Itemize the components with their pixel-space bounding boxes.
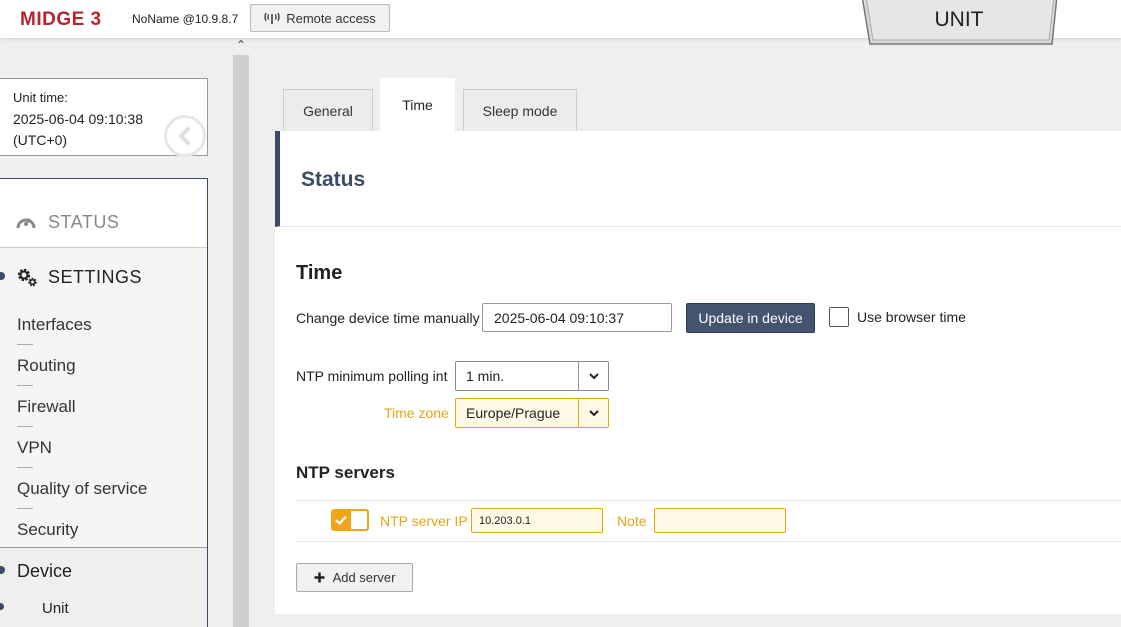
row-divider	[296, 541, 1121, 542]
sidebar-item-device[interactable]: Device	[17, 561, 72, 582]
sidebar-item-status-label: STATUS	[48, 212, 120, 232]
sidebar-item-settings[interactable]: SETTINGS	[0, 249, 207, 307]
ntp-polling-label: NTP minimum polling int	[296, 368, 448, 384]
unit-tab-label: UNIT	[934, 8, 984, 31]
menu-border	[207, 547, 208, 627]
sidebar-item-status[interactable]: STATUS	[0, 179, 207, 248]
ntp-polling-value: 1 min.	[466, 368, 505, 384]
ntp-server-ip-input[interactable]: 10.203.0.1	[471, 508, 603, 533]
hostname-label: NoName @10.9.8.7	[132, 12, 239, 26]
tab-general[interactable]: General	[283, 89, 373, 132]
unit-time-value: 2025-06-04 09:10:38 (UTC+0)	[13, 111, 143, 148]
sidebar-item-routing[interactable]: Routing	[17, 356, 76, 376]
app-logo[interactable]: MIDGE 3	[20, 9, 102, 31]
ntp-servers-title: NTP servers	[296, 463, 395, 482]
toggle-knob	[349, 509, 369, 531]
unit-mode-tab[interactable]: UNIT	[860, 0, 1058, 46]
menu-divider	[17, 426, 33, 427]
sidebar-item-vpn[interactable]: VPN	[17, 438, 52, 458]
sidebar-item-firewall[interactable]: Firewall	[17, 397, 76, 417]
collapse-sidebar-icon[interactable]	[164, 115, 206, 157]
sidebar-item-unit[interactable]: Unit	[42, 600, 69, 617]
sidebar-item-qos[interactable]: Quality of service	[17, 479, 147, 499]
tab-time[interactable]: Time	[380, 78, 455, 132]
gears-icon	[17, 268, 37, 287]
sidebar-item-security[interactable]: Security	[17, 520, 78, 540]
time-section-title: Time	[296, 262, 343, 284]
ntp-polling-select[interactable]: 1 min.	[455, 361, 609, 391]
use-browser-time-label: Use browser time	[857, 309, 966, 325]
chevron-down-icon	[578, 399, 608, 427]
device-time-input[interactable]: 2025-06-04 09:10:37	[482, 303, 672, 332]
timezone-label: Time zone	[384, 405, 449, 421]
timezone-select[interactable]: Europe/Prague	[455, 398, 609, 428]
use-browser-time-checkbox[interactable]	[829, 307, 849, 327]
ntp-note-input[interactable]	[654, 508, 786, 533]
ntp-server-ip-label: NTP server IP	[380, 513, 468, 529]
sidebar-item-settings-label: SETTINGS	[48, 267, 143, 287]
unit-time-panel: Unit time: 2025-06-04 09:10:38 (UTC+0)	[0, 78, 208, 157]
add-server-label: Add server	[332, 570, 396, 585]
tab-sleep-mode[interactable]: Sleep mode	[463, 89, 577, 132]
plus-icon	[314, 572, 325, 583]
menu-divider	[17, 508, 33, 509]
ntp-note-label: Note	[617, 513, 647, 529]
status-header: Status	[275, 131, 1121, 227]
gauge-icon	[16, 218, 36, 229]
row-divider	[296, 500, 1121, 501]
device-submenu	[0, 547, 208, 627]
change-time-label: Change device time manually	[296, 310, 480, 326]
check-icon	[331, 509, 351, 531]
ntp-server-enable-toggle[interactable]	[331, 509, 369, 531]
scroll-up-icon[interactable]: ⌃	[234, 38, 248, 54]
unit-time-label: Unit time:	[13, 90, 68, 105]
menu-divider	[17, 344, 33, 345]
chevron-down-icon	[578, 362, 608, 390]
remote-access-label: Remote access	[286, 10, 376, 26]
menu-divider	[17, 385, 33, 386]
status-title: Status	[301, 168, 366, 191]
sidebar-item-interfaces[interactable]: Interfaces	[17, 315, 92, 335]
update-in-device-button[interactable]: Update in device	[686, 303, 815, 333]
remote-access-button[interactable]: Remote access	[250, 4, 390, 32]
menu-divider	[17, 467, 33, 468]
antenna-icon	[264, 12, 280, 24]
timezone-value: Europe/Prague	[466, 405, 561, 421]
sidebar-scrollbar[interactable]	[233, 55, 249, 627]
add-server-button[interactable]: Add server	[296, 563, 413, 592]
